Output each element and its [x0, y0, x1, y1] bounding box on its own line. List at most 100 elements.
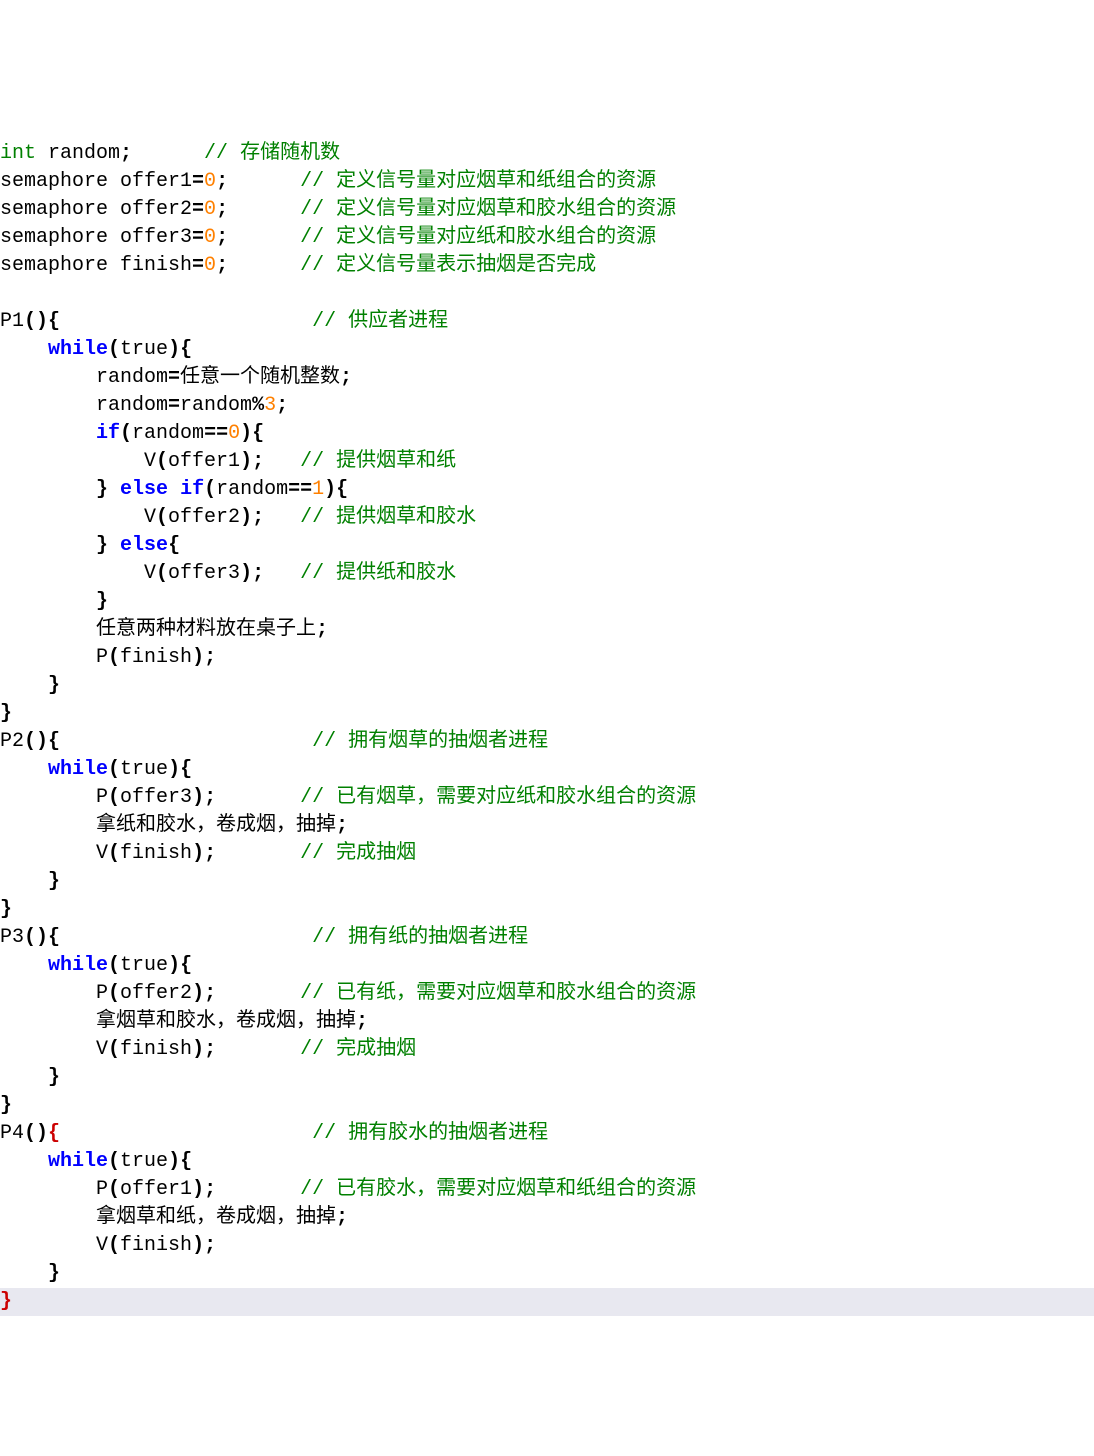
code-line: if(random==0){	[0, 422, 264, 445]
identifier: P4	[0, 1122, 24, 1145]
indent	[0, 422, 96, 445]
indent	[0, 1066, 48, 1089]
code-line: V(finish); // 完成抽烟	[0, 842, 416, 865]
keyword-int: int	[0, 142, 36, 165]
semicolon: ;	[356, 1010, 368, 1033]
code-line: }	[0, 870, 60, 893]
indent	[0, 1262, 48, 1285]
identifier: random	[132, 422, 204, 445]
indent	[0, 674, 48, 697]
indent	[0, 590, 96, 613]
identifier: V	[0, 1234, 108, 1257]
semicolon: ;	[340, 366, 352, 389]
identifier: offer3	[120, 786, 192, 809]
keyword-while: while	[48, 758, 108, 781]
code-line: V(offer3); // 提供纸和胶水	[0, 562, 456, 585]
code-line: }	[0, 590, 108, 613]
identifier: V	[0, 450, 156, 473]
number: 0	[228, 422, 240, 445]
semicolon: ;	[336, 814, 348, 837]
paren: (	[108, 758, 120, 781]
op: =	[192, 226, 204, 249]
brace: }	[48, 1066, 60, 1089]
code-line: } else{	[0, 534, 180, 557]
space	[168, 478, 180, 501]
number: 3	[264, 394, 276, 417]
comment: // 拥有纸的抽烟者进程	[60, 926, 528, 949]
op: =	[192, 170, 204, 193]
identifier: V	[0, 562, 156, 585]
comment: // 定义信号量对应纸和胶水组合的资源	[228, 226, 656, 249]
brace: }	[48, 870, 60, 893]
paren-semicolon: );	[192, 842, 216, 865]
code-line: while(true){	[0, 954, 192, 977]
identifier: semaphore offer1	[0, 170, 192, 193]
paren-brace: (){	[24, 730, 60, 753]
identifier: random	[0, 366, 168, 389]
identifier: true	[120, 954, 168, 977]
comment: // 存储随机数	[132, 142, 340, 165]
identifier: P1	[0, 310, 24, 333]
comment: // 供应者进程	[60, 310, 448, 333]
code-line: }	[0, 702, 12, 725]
paren: (	[156, 506, 168, 529]
code-line: P2(){ // 拥有烟草的抽烟者进程	[0, 730, 548, 753]
identifier: true	[120, 338, 168, 361]
code-line: 拿烟草和纸，卷成烟，抽掉;	[0, 1206, 348, 1229]
identifier: P3	[0, 926, 24, 949]
paren-brace: ){	[168, 1150, 192, 1173]
number: 0	[204, 170, 216, 193]
indent	[0, 338, 48, 361]
code-line: }	[0, 674, 60, 697]
paren: (	[108, 1038, 120, 1061]
number: 0	[204, 198, 216, 221]
semicolon: ;	[216, 198, 228, 221]
brace: }	[96, 534, 108, 557]
identifier: offer3	[168, 562, 240, 585]
comment: // 已有烟草，需要对应纸和胶水组合的资源	[216, 786, 696, 809]
code-line: random=任意一个随机整数;	[0, 366, 352, 389]
identifier: true	[120, 758, 168, 781]
identifier: finish	[120, 842, 192, 865]
keyword-while: while	[48, 1150, 108, 1173]
comment: // 已有纸，需要对应烟草和胶水组合的资源	[216, 982, 696, 1005]
indent	[0, 758, 48, 781]
brace: {	[168, 534, 180, 557]
paren-brace: ){	[168, 338, 192, 361]
number: 0	[204, 226, 216, 249]
paren: (	[108, 1234, 120, 1257]
identifier: offer1	[120, 1178, 192, 1201]
code-line: }	[0, 1066, 60, 1089]
identifier: random	[0, 394, 168, 417]
identifier: V	[0, 842, 108, 865]
code-line: semaphore offer2=0; // 定义信号量对应烟草和胶水组合的资源	[0, 198, 676, 221]
identifier: random	[180, 394, 252, 417]
code-line: random=random%3;	[0, 394, 288, 417]
paren-semicolon: );	[240, 450, 264, 473]
code-line: P(offer3); // 已有烟草，需要对应纸和胶水组合的资源	[0, 786, 696, 809]
identifier: P	[0, 786, 108, 809]
comment: // 定义信号量表示抽烟是否完成	[228, 254, 596, 277]
identifier: semaphore offer2	[0, 198, 192, 221]
code-line: semaphore finish=0; // 定义信号量表示抽烟是否完成	[0, 254, 596, 277]
code-line: 拿烟草和胶水，卷成烟，抽掉;	[0, 1010, 368, 1033]
paren: (	[204, 478, 216, 501]
paren: (	[108, 646, 120, 669]
brace: }	[96, 478, 108, 501]
code-line: V(finish);	[0, 1234, 216, 1257]
identifier: P2	[0, 730, 24, 753]
paren-semicolon: );	[192, 1038, 216, 1061]
keyword-else: else	[120, 478, 168, 501]
paren-semicolon: );	[240, 562, 264, 585]
identifier: P	[0, 982, 108, 1005]
op: %	[252, 394, 264, 417]
identifier: V	[0, 506, 156, 529]
brace: }	[0, 898, 12, 921]
text: 任意一个随机整数	[180, 366, 340, 389]
paren-semicolon: );	[192, 646, 216, 669]
brace: {	[48, 1122, 60, 1145]
paren: (	[108, 954, 120, 977]
keyword-else: else	[120, 534, 168, 557]
code-line: 拿纸和胶水，卷成烟，抽掉;	[0, 814, 348, 837]
op: ==	[288, 478, 312, 501]
